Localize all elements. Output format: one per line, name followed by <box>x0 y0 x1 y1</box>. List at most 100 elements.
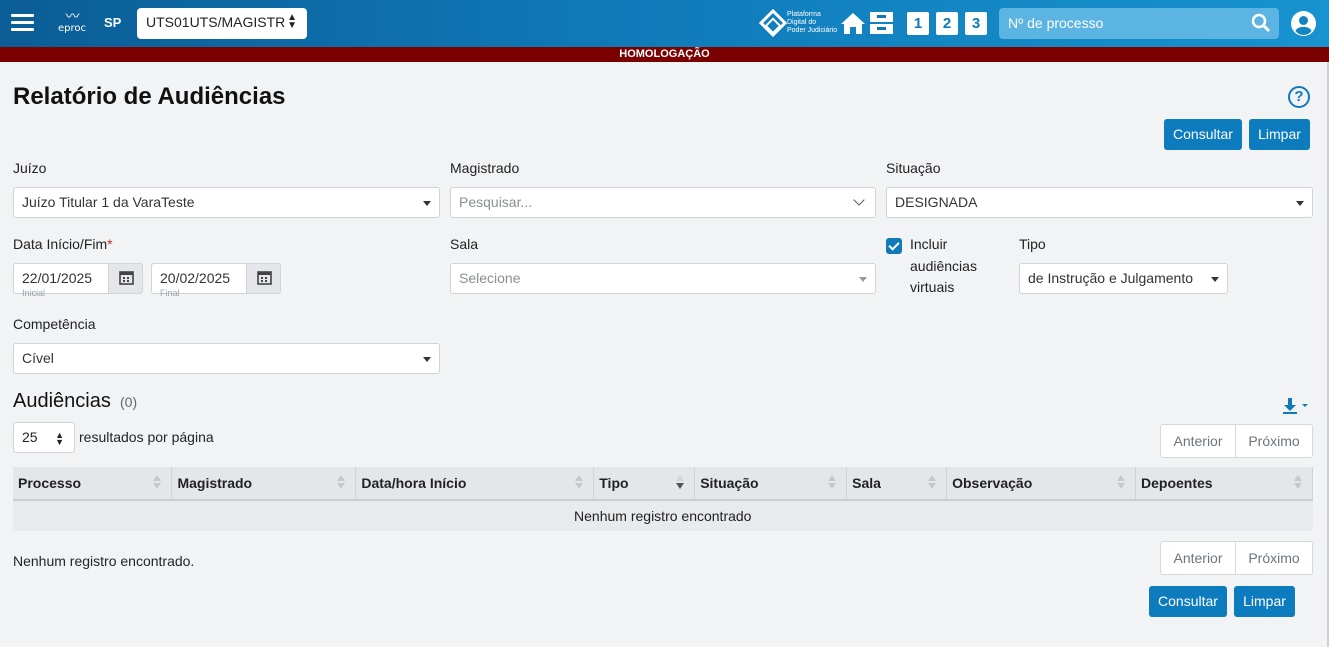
required-marker: * <box>107 236 113 252</box>
top-bar: 〰 eproc SP UTS01UTS/MAGISTR ▲ ▼ Plataform… <box>0 0 1329 47</box>
sort-icon <box>337 475 346 491</box>
calendar-button[interactable] <box>246 263 281 294</box>
magistrado-select[interactable]: Pesquisar... <box>450 187 876 218</box>
col-observacao[interactable]: Observação <box>946 467 1137 501</box>
audiencias-table: Processo Magistrado Data/hora Início Tip… <box>13 467 1313 531</box>
col-depoentes[interactable]: Depoentes <box>1135 467 1313 501</box>
pager-next-button[interactable]: Próximo <box>1236 542 1312 574</box>
sort-icon <box>1294 475 1302 491</box>
chevron-down-icon <box>853 194 865 206</box>
situacao-label: Situação <box>886 160 941 176</box>
pdpj-diamond-icon <box>758 8 788 38</box>
pdpj-logo[interactable]: Plataforma Digital do Poder Judiciário <box>758 8 840 39</box>
caret-down-icon <box>1296 201 1304 206</box>
pager-previous-button[interactable]: Anterior <box>1161 425 1236 457</box>
sort-icon <box>153 475 162 491</box>
tipo-label: Tipo <box>1019 236 1046 252</box>
search-icon[interactable] <box>1251 13 1271 33</box>
competencia-label: Competência <box>13 316 96 332</box>
shortcut-1-button[interactable]: 1 <box>907 12 929 35</box>
limpar-button-top[interactable]: Limpar <box>1249 119 1310 150</box>
sort-icon <box>575 475 584 491</box>
calendar-icon <box>119 271 134 285</box>
inbox-icon[interactable] <box>869 11 894 35</box>
col-sala[interactable]: Sala <box>846 467 948 501</box>
per-page-select[interactable]: 25 ▲ ▼ <box>13 422 75 453</box>
table-row: Nenhum registro encontrado <box>13 500 1313 531</box>
pdpj-line-1: Plataforma <box>787 11 821 18</box>
col-data-hora-inicio[interactable]: Data/hora Início <box>355 467 595 501</box>
eproc-logo[interactable]: 〰 eproc <box>55 9 89 37</box>
tipo-select[interactable]: de Instrução e Julgamento <box>1019 263 1228 294</box>
calendar-icon <box>257 271 272 285</box>
col-observacao-label: Observação <box>952 475 1033 491</box>
unit-select[interactable]: UTS01UTS/MAGISTR ▲ ▼ <box>137 8 307 39</box>
data-inicio-sublabel: Inicial <box>22 288 46 298</box>
magistrado-label: Magistrado <box>450 160 520 176</box>
unit-select-value: UTS01UTS/MAGISTR <box>146 14 286 30</box>
consultar-button-bottom[interactable]: Consultar <box>1149 586 1227 617</box>
sala-placeholder: Selecione <box>459 270 521 286</box>
updown-icon: ▲ ▼ <box>55 430 64 447</box>
sort-icon <box>928 475 937 491</box>
col-magistrado[interactable]: Magistrado <box>171 467 357 501</box>
juizo-label: Juízo <box>13 160 47 176</box>
incluir-virtuais-checkbox[interactable] <box>886 238 902 254</box>
home-icon[interactable] <box>840 11 866 35</box>
data-label: Data Início/Fim* <box>13 236 113 252</box>
sort-icon <box>1117 475 1126 491</box>
table-header-row: Processo Magistrado Data/hora Início Tip… <box>13 467 1313 501</box>
pagination-bottom: Anterior Próximo <box>1160 541 1313 575</box>
caret-down-icon <box>423 357 431 362</box>
search-placeholder: Nº de processo <box>1008 15 1104 31</box>
data-inicio-group: 22/01/2025 Inicial <box>13 263 143 298</box>
user-icon[interactable] <box>1291 11 1316 36</box>
pagination-top: Anterior Próximo <box>1160 424 1313 458</box>
pdpj-line-3: Poder Judiciário <box>787 27 838 34</box>
col-tipo[interactable]: Tipo <box>593 467 696 501</box>
sort-desc-icon <box>676 475 685 491</box>
incluir-virtuais-label[interactable]: Incluir audiências virtuais <box>910 234 1000 299</box>
empty-table-message: Nenhum registro encontrado <box>13 500 1313 531</box>
situacao-select[interactable]: DESIGNADA <box>886 187 1313 218</box>
pager-next-button[interactable]: Próximo <box>1236 425 1312 457</box>
state-label: SP <box>104 15 122 30</box>
competencia-value: Cível <box>22 350 54 366</box>
sala-select[interactable]: Selecione <box>450 263 876 294</box>
process-search-input[interactable]: Nº de processo <box>999 8 1279 39</box>
pager-previous-button[interactable]: Anterior <box>1161 542 1236 574</box>
sort-icon <box>828 475 837 491</box>
sala-label: Sala <box>450 236 479 252</box>
logo-swoosh-icon: 〰 <box>65 8 80 24</box>
situacao-value: DESIGNADA <box>895 194 978 210</box>
col-situacao[interactable]: Situação <box>694 467 848 501</box>
caret-down-icon <box>423 201 431 206</box>
data-fim-group: 20/02/2025 Final <box>151 263 281 298</box>
caret-down-icon <box>859 277 867 282</box>
page-title: Relatório de Audiências <box>13 83 286 110</box>
pdpj-line-2: Digital do <box>787 19 817 26</box>
limpar-button-bottom[interactable]: Limpar <box>1234 586 1295 617</box>
results-count: (0) <box>120 394 138 410</box>
consultar-button-top[interactable]: Consultar <box>1164 119 1242 150</box>
data-fim-sublabel: Final <box>160 288 180 298</box>
menu-icon[interactable] <box>11 14 34 32</box>
col-processo[interactable]: Processo <box>13 467 173 501</box>
help-icon[interactable]: ? <box>1288 86 1310 108</box>
col-data-hora-label: Data/hora Início <box>361 475 467 491</box>
per-page-value: 25 <box>22 429 38 445</box>
competencia-select[interactable]: Cível <box>13 343 440 374</box>
results-title: Audiências <box>13 390 111 412</box>
shortcut-3-button[interactable]: 3 <box>965 12 987 35</box>
magistrado-placeholder: Pesquisar... <box>459 194 533 210</box>
calendar-button[interactable] <box>108 263 143 294</box>
updown-icon: ▲ ▼ <box>287 12 297 31</box>
logo-text: eproc <box>57 23 86 34</box>
shortcut-2-button[interactable]: 2 <box>936 12 958 35</box>
caret-down-icon <box>1211 277 1219 282</box>
col-tipo-label: Tipo <box>599 475 629 491</box>
download-icon[interactable] <box>1280 398 1310 414</box>
juizo-select[interactable]: Juízo Titular 1 da VaraTeste <box>13 187 440 218</box>
col-sala-label: Sala <box>852 475 881 491</box>
col-processo-label: Processo <box>18 475 82 491</box>
